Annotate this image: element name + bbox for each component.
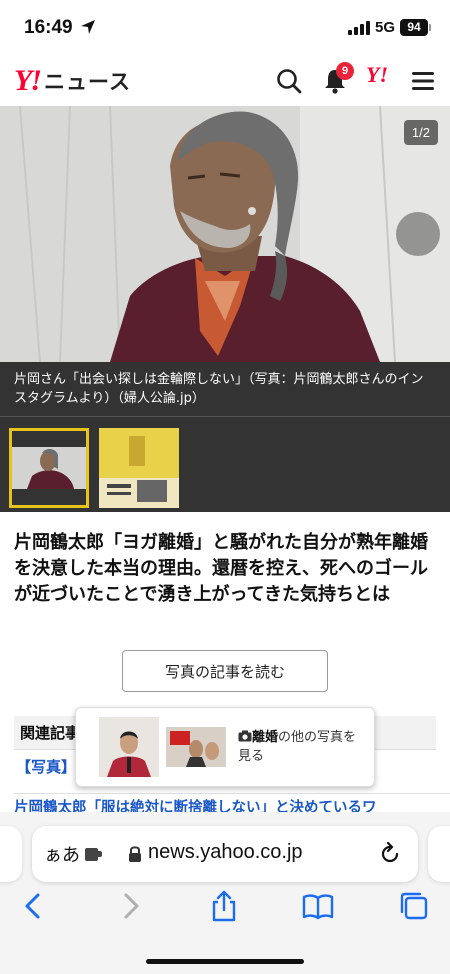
- popup-thumbnail-2[interactable]: [166, 717, 226, 777]
- previous-tab-preview[interactable]: [0, 826, 22, 882]
- menu-icon[interactable]: [408, 66, 438, 96]
- home-indicator: [146, 959, 304, 964]
- popup-keyword: 離婚: [252, 730, 279, 745]
- address-bar[interactable]: ぁあ news.yahoo.co.jp: [32, 826, 418, 882]
- yahoo-news-logo[interactable]: Y! ニュース: [14, 64, 131, 97]
- thumbnail-strip: [0, 416, 450, 512]
- tabs-icon[interactable]: [398, 890, 430, 922]
- location-arrow-icon: [81, 20, 95, 34]
- yahoo-home-link[interactable]: Y!: [366, 62, 388, 88]
- network-label: 5G: [375, 19, 396, 36]
- chevron-right-icon: [396, 212, 450, 362]
- bookmarks-icon[interactable]: [302, 890, 334, 922]
- article-headline: 片岡鶴太郎「ヨガ離婚」と騒がれた自分が熟年離婚を決意した本当の理由。還暦を控え、…: [14, 532, 428, 605]
- portrait-illustration: [0, 106, 450, 362]
- thumbnail-1[interactable]: [9, 428, 89, 508]
- logo-text: ニュース: [44, 70, 131, 94]
- forward-icon[interactable]: [114, 890, 146, 922]
- popup-thumbnail-1[interactable]: [99, 717, 159, 777]
- thumbnail-2[interactable]: [99, 428, 179, 508]
- thumbnail-1-image: [12, 431, 86, 505]
- main-photo[interactable]: 1/2: [0, 106, 450, 362]
- next-tab-preview[interactable]: [428, 826, 450, 882]
- thumbnail-2-image: [99, 428, 179, 508]
- related-photo-tag[interactable]: 【写真】: [16, 756, 76, 777]
- photo-counter: 1/2: [403, 120, 438, 145]
- next-photo-button[interactable]: [396, 212, 440, 256]
- camera-icon: [238, 730, 252, 742]
- browser-bottom-bar: ぁあ news.yahoo.co.jp: [0, 812, 450, 974]
- extension-icon[interactable]: [84, 845, 104, 863]
- url-text[interactable]: news.yahoo.co.jp: [148, 841, 303, 864]
- photo-caption: 片岡さん「出会い探しは金輪際しない」（写真：片岡鶴太郎さんのインスタグラムより）…: [0, 362, 450, 416]
- search-icon[interactable]: [274, 66, 304, 96]
- popup-see-more[interactable]: 離婚の他の写真を見る: [238, 728, 368, 766]
- back-icon[interactable]: [18, 890, 50, 922]
- reload-icon[interactable]: [378, 842, 402, 866]
- lock-icon: [129, 846, 141, 862]
- logo-mark: Y!: [14, 64, 42, 97]
- status-time: 16:49: [24, 17, 73, 38]
- notification-badge: 9: [336, 62, 354, 80]
- read-photo-article-button[interactable]: 写真の記事を読む: [122, 650, 328, 692]
- text-size-button[interactable]: ぁあ: [44, 841, 80, 867]
- popup-thumbnail-2-image: [166, 717, 226, 777]
- battery-tip: [429, 24, 431, 31]
- status-bar: 16:49 5G 94: [0, 0, 450, 56]
- signal-icon: [348, 21, 370, 35]
- battery-icon: 94: [400, 19, 428, 36]
- popup-thumbnail-1-image: [99, 717, 159, 777]
- share-icon[interactable]: [208, 890, 240, 922]
- related-photos-popup[interactable]: 離婚の他の写真を見る: [75, 707, 375, 787]
